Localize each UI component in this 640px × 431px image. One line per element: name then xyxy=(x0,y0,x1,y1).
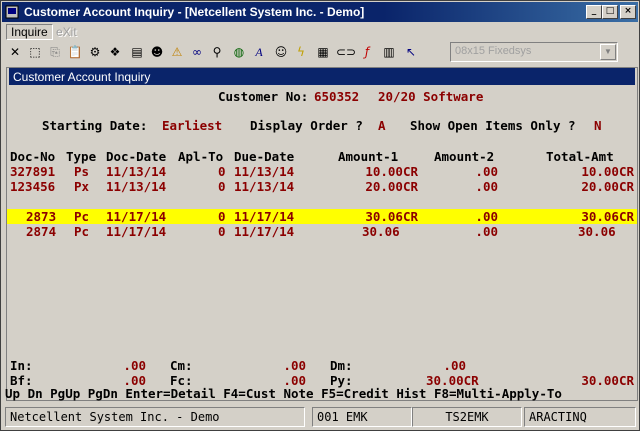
total-amt: 20.00CR xyxy=(581,179,634,194)
doc-type: Pc xyxy=(74,209,90,224)
dm-label: Dm: xyxy=(330,358,353,373)
display-order-label: Display Order ? xyxy=(250,118,363,133)
font-select-value: 08x15 Fixedsys xyxy=(455,45,532,57)
due-date: 11/13/14 xyxy=(234,179,295,194)
options-icon[interactable]: ❖ xyxy=(106,43,124,61)
col-apl-to: Apl-To xyxy=(178,149,224,164)
magnifier-icon[interactable]: ⚲ xyxy=(208,43,226,61)
menu-inquire[interactable]: Inquire xyxy=(6,24,53,40)
window-title: Customer Account Inquiry - [Netcellent S… xyxy=(24,5,365,19)
col-amount-2: Amount-2 xyxy=(434,149,495,164)
col-type: Type xyxy=(66,149,97,164)
apl-to: 0 xyxy=(218,179,226,194)
inquiry-panel: Customer Account Inquiry Customer No: 65… xyxy=(6,67,638,401)
doc-date: 11/17/14 xyxy=(106,209,167,224)
due-date: 11/17/14 xyxy=(234,209,295,224)
select-icon[interactable]: ⬚ xyxy=(26,43,44,61)
function-key-hint: Up Dn PgUp PgDn Enter=Detail F4=Cust Not… xyxy=(5,386,562,401)
dm-value: .00 xyxy=(443,358,466,373)
font-icon[interactable]: A xyxy=(250,43,268,61)
starting-date-label: Starting Date: xyxy=(42,118,148,133)
col-amount-1: Amount-1 xyxy=(338,149,399,164)
customer-label: Customer No: xyxy=(218,89,309,104)
doc-date: 11/13/14 xyxy=(106,179,167,194)
user-icon[interactable]: ☻ xyxy=(148,43,166,61)
settings-icon[interactable]: ⚙ xyxy=(86,43,104,61)
cm-value: .00 xyxy=(283,358,306,373)
amount-1: 10.00CR xyxy=(365,164,418,179)
doc-type: Ps xyxy=(74,164,90,179)
total-amt: 30.06CR xyxy=(581,209,634,224)
document-icon[interactable]: ▤ xyxy=(128,43,146,61)
menu-bar: Inquire eXit xyxy=(2,23,638,41)
col-doc-date: Doc-Date xyxy=(106,149,167,164)
cm-label: Cm: xyxy=(170,358,193,373)
due-date: 11/13/14 xyxy=(234,164,295,179)
status-terminal: TS2EMK xyxy=(412,407,522,427)
binoculars-icon[interactable]: ∞ xyxy=(188,43,206,61)
total-amt: 30.06 xyxy=(578,224,616,239)
col-due-date: Due-Date xyxy=(234,149,295,164)
close-x-icon[interactable]: ✕ xyxy=(6,43,24,61)
menu-exit[interactable]: eXit xyxy=(52,25,81,39)
col-doc-no: Doc-No xyxy=(10,149,56,164)
status-program: ARACTINQ xyxy=(524,407,636,427)
link-icon[interactable]: ⊂⊃ xyxy=(336,43,356,61)
paste-icon[interactable]: 📋 xyxy=(66,43,84,61)
minimize-button[interactable]: _ xyxy=(586,5,602,19)
app-icon xyxy=(5,5,19,19)
amount-2: .00 xyxy=(475,224,498,239)
doc-no: 2873 xyxy=(26,209,57,224)
lightning-icon[interactable]: ϟ xyxy=(292,43,310,61)
amount-1: 20.00CR xyxy=(365,179,418,194)
panel-title: Customer Account Inquiry xyxy=(13,70,151,84)
status-company: Netcellent System Inc. - Demo xyxy=(5,407,305,427)
doc-date: 11/17/14 xyxy=(106,224,167,239)
open-items-value[interactable]: N xyxy=(594,118,602,133)
col-total-amt: Total-Amt xyxy=(546,149,614,164)
globe-icon[interactable]: ◍ xyxy=(230,43,248,61)
panel-title-bar: Customer Account Inquiry xyxy=(9,68,635,85)
function-icon[interactable]: ƒ xyxy=(358,43,376,61)
copy-icon[interactable]: ⎘ xyxy=(46,43,64,61)
doc-no: 2874 xyxy=(26,224,57,239)
apl-to: 0 xyxy=(218,224,226,239)
in-label: In: xyxy=(10,358,33,373)
notepad-icon[interactable]: ▥ xyxy=(380,43,398,61)
apl-to: 0 xyxy=(218,209,226,224)
open-items-label: Show Open Items Only ? xyxy=(410,118,576,133)
terminal-screen[interactable]: Customer No: 650352 20/20 Software Start… xyxy=(7,86,637,400)
title-bar[interactable]: Customer Account Inquiry - [Netcellent S… xyxy=(2,2,638,22)
status-bar: Netcellent System Inc. - Demo 001 EMK TS… xyxy=(2,405,638,429)
amount-2: .00 xyxy=(475,209,498,224)
app-window: Customer Account Inquiry - [Netcellent S… xyxy=(0,0,640,431)
calculator-icon[interactable]: ▦ xyxy=(314,43,332,61)
starting-date-value[interactable]: Earliest xyxy=(162,118,222,133)
amount-2: .00 xyxy=(475,164,498,179)
doc-type: Pc xyxy=(74,224,90,239)
customer-number[interactable]: 650352 xyxy=(314,89,359,104)
amount-1: 30.06 xyxy=(362,224,400,239)
display-order-value[interactable]: A xyxy=(378,118,386,133)
customer-name: 20/20 Software xyxy=(378,89,484,104)
status-user: 001 EMK xyxy=(312,407,412,427)
amount-2: .00 xyxy=(475,179,498,194)
doc-no: 327891 xyxy=(10,164,56,179)
doc-date: 11/13/14 xyxy=(106,164,167,179)
doc-no: 123456 xyxy=(10,179,56,194)
help-pointer-icon[interactable]: ↖ xyxy=(402,43,420,61)
in-value: .00 xyxy=(123,358,146,373)
maximize-button[interactable]: □ xyxy=(602,5,618,19)
warning-icon[interactable]: ⚠ xyxy=(168,43,186,61)
font-select[interactable]: 08x15 Fixedsys ▼ xyxy=(450,42,618,62)
chevron-down-icon[interactable]: ▼ xyxy=(600,44,616,60)
due-date: 11/17/14 xyxy=(234,224,295,239)
close-button[interactable]: × xyxy=(620,5,636,19)
total-amt: 10.00CR xyxy=(581,164,634,179)
apl-to: 0 xyxy=(218,164,226,179)
person-icon[interactable]: ☺ xyxy=(272,43,290,61)
amount-1: 30.06CR xyxy=(365,209,418,224)
doc-type: Px xyxy=(74,179,90,194)
